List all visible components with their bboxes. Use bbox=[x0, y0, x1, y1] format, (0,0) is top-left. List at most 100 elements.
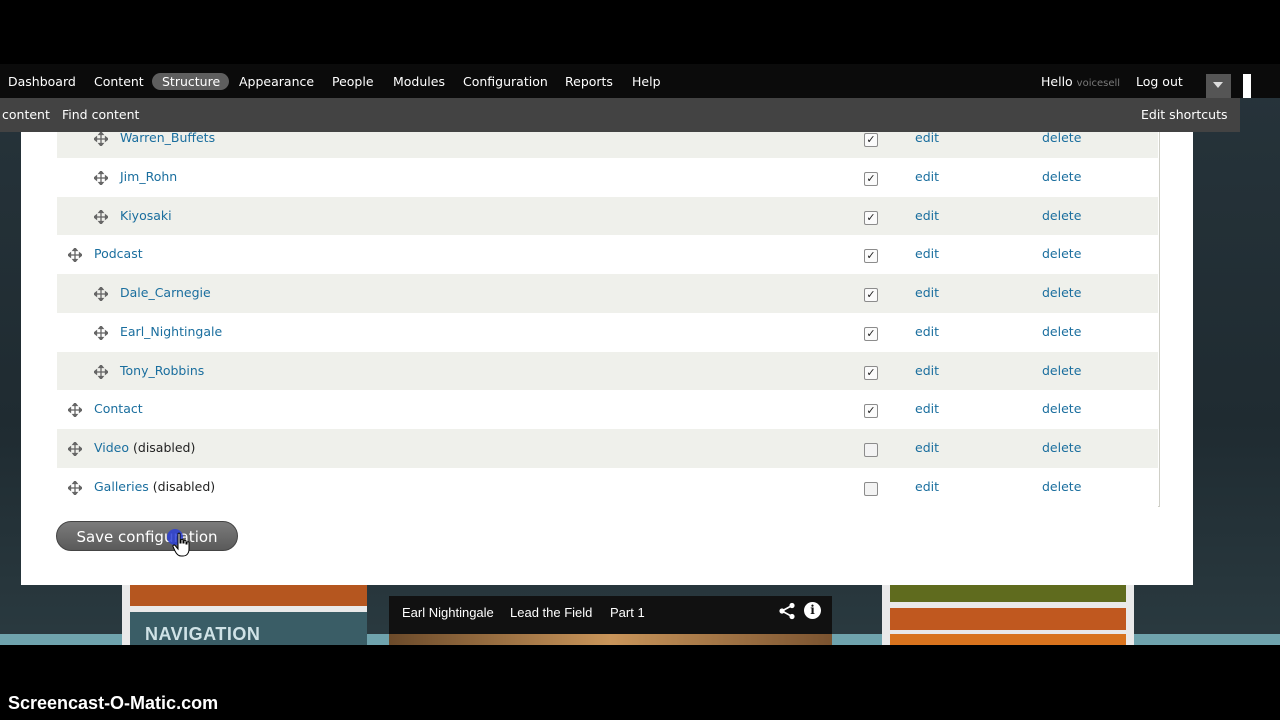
logout-link[interactable]: Log out bbox=[1136, 74, 1183, 89]
background-right-block bbox=[890, 585, 1126, 602]
menu-item-link[interactable]: Galleries bbox=[94, 479, 149, 494]
drag-handle-icon[interactable] bbox=[66, 440, 84, 458]
menu-item-link[interactable]: Dale_Carnegie bbox=[120, 285, 211, 300]
menu-item-link[interactable]: Jim_Rohn bbox=[120, 169, 177, 184]
menu-item-name: Tony_Robbins bbox=[120, 363, 204, 378]
delete-link[interactable]: delete bbox=[1042, 169, 1081, 184]
menu-item-name: Kiyosaki bbox=[120, 208, 172, 223]
greeting-text: Hello bbox=[1041, 74, 1073, 89]
edit-link[interactable]: edit bbox=[915, 363, 939, 378]
enabled-checkbox[interactable]: ✓ bbox=[864, 210, 878, 225]
drag-handle-icon[interactable] bbox=[92, 169, 110, 186]
background-right-block bbox=[890, 634, 1126, 645]
menu-item-link[interactable]: Tony_Robbins bbox=[120, 363, 204, 378]
edit-link[interactable]: edit bbox=[915, 246, 939, 261]
disabled-label: (disabled) bbox=[129, 440, 196, 455]
shortcuts-bar bbox=[0, 98, 1240, 132]
table-row: Galleries (disabled) edit delete bbox=[57, 467, 1158, 507]
navigation-heading: NAVIGATION bbox=[145, 624, 261, 644]
drag-handle-icon[interactable] bbox=[92, 130, 110, 148]
drag-handle-icon[interactable] bbox=[92, 324, 110, 341]
toolbar-item-people[interactable]: People bbox=[332, 74, 374, 89]
video-title-part[interactable]: Earl Nightingale bbox=[402, 605, 494, 620]
toolbar-item-configuration[interactable]: Configuration bbox=[463, 74, 548, 89]
background-left-block bbox=[130, 585, 367, 606]
drag-handle-icon[interactable] bbox=[66, 402, 84, 419]
menu-item-name: Dale_Carnegie bbox=[120, 285, 211, 300]
menu-item-link[interactable]: Warren_Buffets bbox=[120, 130, 215, 145]
table-row: Contact ✓ edit delete bbox=[57, 390, 1158, 430]
drag-handle-icon[interactable] bbox=[66, 479, 84, 496]
menu-item-link[interactable]: Podcast bbox=[94, 246, 143, 261]
edit-link[interactable]: edit bbox=[915, 130, 939, 145]
table-row: Tony_Robbins ✓ edit delete bbox=[57, 351, 1158, 391]
enabled-checkbox[interactable]: ✓ bbox=[864, 133, 878, 147]
disabled-label: (disabled) bbox=[148, 478, 216, 494]
delete-link[interactable]: delete bbox=[1042, 363, 1081, 378]
chevron-down-icon bbox=[1213, 82, 1223, 88]
menu-item-name: Warren_Buffets bbox=[120, 130, 215, 145]
edit-link[interactable]: edit bbox=[915, 285, 939, 300]
toolbar-item-reports[interactable]: Reports bbox=[565, 74, 613, 89]
edit-link[interactable]: edit bbox=[915, 208, 939, 223]
menu-item-link[interactable]: Kiyosaki bbox=[120, 208, 172, 223]
edit-shortcuts-link[interactable]: Edit shortcuts bbox=[1141, 107, 1228, 122]
edit-link[interactable]: edit bbox=[915, 401, 939, 416]
menu-item-link[interactable]: Contact bbox=[94, 401, 143, 416]
enabled-checkbox[interactable]: ✓ bbox=[864, 288, 878, 302]
info-icon[interactable]: i bbox=[804, 602, 821, 619]
menu-item-name: Video (disabled) bbox=[94, 440, 195, 455]
enabled-checkbox[interactable] bbox=[864, 481, 878, 496]
table-row: Podcast ✓ edit delete bbox=[57, 235, 1158, 275]
delete-link[interactable]: delete bbox=[1042, 401, 1081, 416]
drag-handle-icon[interactable] bbox=[92, 363, 110, 380]
edit-link[interactable]: edit bbox=[915, 169, 939, 184]
enabled-checkbox[interactable]: ✓ bbox=[864, 249, 878, 264]
save-configuration-button[interactable]: Save configuration bbox=[56, 521, 238, 551]
toolbar-item-content[interactable]: Content bbox=[94, 74, 144, 89]
delete-link[interactable]: delete bbox=[1042, 208, 1081, 223]
menu-item-link[interactable]: Video bbox=[94, 440, 129, 455]
toolbar-item-dashboard[interactable]: Dashboard bbox=[8, 74, 76, 89]
watermark: Screencast-O-Matic.com bbox=[8, 693, 219, 713]
table-row: Video (disabled) edit delete bbox=[57, 429, 1158, 468]
share-icon[interactable] bbox=[778, 602, 796, 620]
delete-link[interactable]: delete bbox=[1042, 285, 1081, 300]
username-link[interactable]: voicesell bbox=[1077, 78, 1120, 89]
menu-item-name: Earl_Nightingale bbox=[120, 324, 222, 339]
enabled-checkbox[interactable]: ✓ bbox=[864, 365, 878, 380]
toolbar-item-structure[interactable]: Structure bbox=[162, 74, 220, 89]
shortcut-add-content[interactable]: content bbox=[2, 107, 50, 122]
delete-link[interactable]: delete bbox=[1042, 324, 1081, 339]
hand-cursor-icon bbox=[172, 532, 190, 557]
delete-link[interactable]: delete bbox=[1042, 440, 1081, 455]
background-right-block bbox=[890, 608, 1126, 630]
video-title-part[interactable]: Part 1 bbox=[610, 605, 645, 620]
drag-handle-icon[interactable] bbox=[92, 285, 110, 303]
menu-item-name: Contact bbox=[94, 401, 143, 416]
enabled-checkbox[interactable]: ✓ bbox=[864, 404, 878, 419]
menu-item-link[interactable]: Earl_Nightingale bbox=[120, 324, 222, 339]
edit-link[interactable]: edit bbox=[915, 479, 939, 494]
drag-handle-icon[interactable] bbox=[66, 247, 84, 264]
edit-link[interactable]: edit bbox=[915, 440, 939, 455]
enabled-checkbox[interactable]: ✓ bbox=[864, 171, 878, 186]
menu-item-name: Galleries (disabled) bbox=[94, 479, 215, 494]
shortcut-find-content[interactable]: Find content bbox=[62, 107, 139, 122]
enabled-checkbox[interactable]: ✓ bbox=[864, 326, 878, 341]
table-row: Earl_Nightingale ✓ edit delete bbox=[57, 312, 1158, 352]
video-thumbnail[interactable] bbox=[389, 634, 832, 645]
user-greeting: Hello voicesell bbox=[1041, 74, 1120, 89]
toolbar-item-help[interactable]: Help bbox=[632, 74, 661, 89]
video-title-part[interactable]: Lead the Field bbox=[510, 605, 592, 620]
table-row: Dale_Carnegie ✓ edit delete bbox=[57, 274, 1158, 313]
toolbar-item-modules[interactable]: Modules bbox=[393, 74, 445, 89]
delete-link[interactable]: delete bbox=[1042, 130, 1081, 145]
delete-link[interactable]: delete bbox=[1042, 479, 1081, 494]
table-row: Kiyosaki ✓ edit delete bbox=[57, 196, 1158, 236]
enabled-checkbox[interactable] bbox=[864, 443, 878, 457]
toolbar-item-appearance[interactable]: Appearance bbox=[239, 74, 314, 89]
edit-link[interactable]: edit bbox=[915, 324, 939, 339]
delete-link[interactable]: delete bbox=[1042, 246, 1081, 261]
drag-handle-icon[interactable] bbox=[92, 208, 110, 225]
